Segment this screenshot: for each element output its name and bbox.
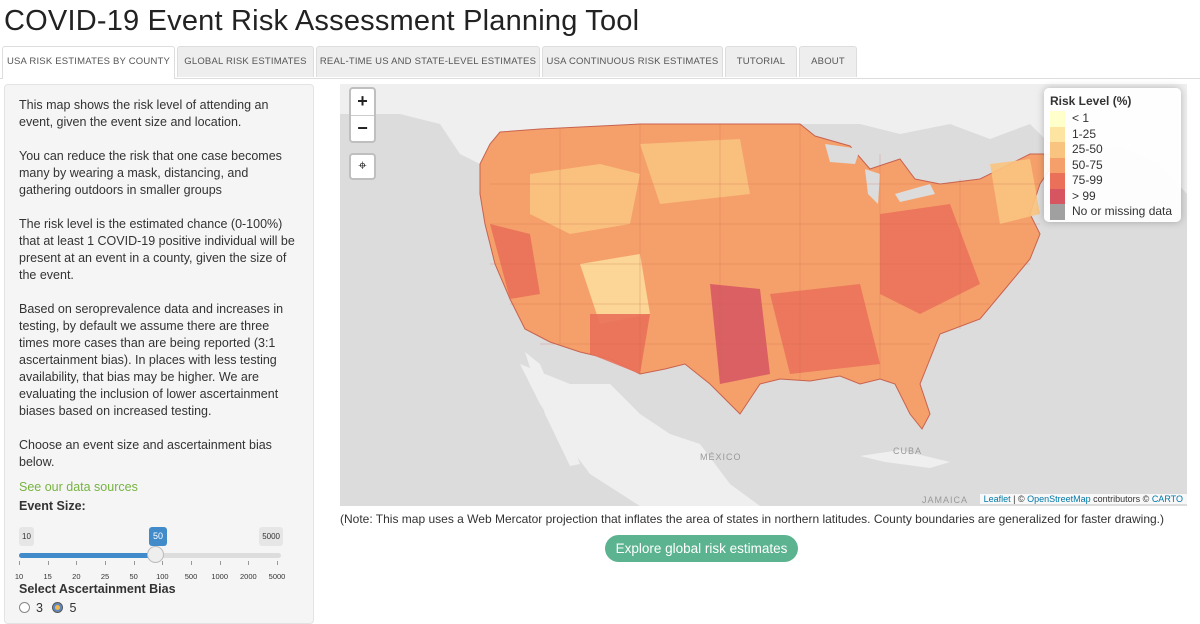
legend-title: Risk Level (%) [1050,94,1132,108]
slider-tick-mark [191,561,192,565]
tab-usa-continuous-risk[interactable]: USA CONTINUOUS RISK ESTIMATES [542,46,723,77]
map-label-jamaica: JAMAICA [922,495,969,505]
slider-tick-mark [277,561,278,565]
slider-tick-label: 2000 [239,572,257,581]
slider-tick-mark [248,561,250,565]
tab-global-risk[interactable]: GLOBAL RISK ESTIMATES [177,46,314,77]
bias-option-5[interactable]: 5 [52,600,76,617]
radio-checked-icon [52,602,64,613]
slider-tick-mark [219,561,221,565]
explore-global-button[interactable]: Explore global risk estimates [605,535,798,562]
legend-item: 75-99 [1050,173,1175,189]
event-size-slider[interactable]: 10 50 5000 10 15 20 25 50 100 500 1000 2000 5000 [15,517,299,581]
page-title: COVID-19 Event Risk Assessment Planning … [4,5,640,37]
zoom-in-button[interactable]: + [351,89,374,116]
legend-item: 25-50 [1050,142,1175,158]
slider-fill [19,553,157,558]
legend-item: 50-75 [1050,157,1175,173]
slider-tick-mark [19,561,20,565]
slider-tick-label: 5000 [268,572,286,581]
bias-option-3[interactable]: 3 [19,600,43,617]
tab-bar: USA RISK ESTIMATES BY COUNTY GLOBAL RISK… [0,46,1200,79]
radio-label: 5 [69,601,77,615]
zoom-out-button[interactable]: − [351,116,374,142]
legend-item: 1-25 [1050,126,1175,142]
slider-ticks: 10 15 20 25 50 100 500 1000 2000 5000 [15,561,285,581]
slider-tick-label: 25 [100,572,110,581]
leaflet-link[interactable]: Leaflet [984,494,1011,504]
legend-item: No or missing data [1050,204,1175,220]
zoom-control: + − [349,87,376,143]
risk-definition-text: The risk level is the estimated chance (… [19,217,295,282]
event-size-label: Event Size: [19,499,86,513]
reduce-risk-text: You can reduce the risk that one case be… [19,149,282,197]
tab-usa-risk-by-county[interactable]: USA RISK ESTIMATES BY COUNTY [2,46,175,79]
map-label-mexico: MÉXICO [700,452,742,462]
bias-radio-group: 3 5 [19,600,299,617]
carto-link[interactable]: CARTO [1152,494,1183,504]
slider-max-label: 5000 [259,527,283,546]
slider-tick-mark [47,561,49,565]
region-texas [710,284,770,384]
legend-item: > 99 [1050,188,1175,204]
crosshair-icon: ⌖ [358,157,367,174]
choose-text: Choose an event size and ascertainment b… [19,438,272,469]
slider-min-label: 10 [19,527,34,546]
tab-real-time-us-state[interactable]: REAL-TIME US AND STATE-LEVEL ESTIMATES [316,46,540,77]
tab-tutorial[interactable]: TUTORIAL [725,46,797,77]
slider-tick-label: 500 [184,572,198,581]
slider-tick-label: 100 [156,572,169,581]
slider-tick-mark [133,561,135,565]
radio-unchecked-icon [19,602,30,613]
slider-tick-mark [162,561,164,565]
slider-tick-label: 20 [72,572,81,581]
data-sources-link[interactable]: See our data sources [19,479,299,496]
ascertainment-text: Based on seroprevalence data and increas… [19,302,284,418]
slider-value-label: 50 [149,527,168,546]
osm-link[interactable]: OpenStreetMap [1027,494,1091,504]
tab-about[interactable]: ABOUT [799,46,857,77]
map-attribution: Leaflet | © OpenStreetMap contributors ©… [979,494,1187,504]
map-legend: Risk Level (%) < 1 1-25 25-50 50-75 75-9… [1044,88,1181,222]
slider-tick-label: 15 [43,572,52,581]
legend-item: < 1 [1050,111,1175,127]
intro-text: This map shows the risk level of attendi… [19,98,269,129]
sidebar-panel: This map shows the risk level of attendi… [4,84,314,624]
region-midwest [760,199,870,279]
slider-tick-label: 50 [129,572,138,581]
slider-tick-mark [105,561,106,565]
radio-label: 3 [36,601,43,615]
slider-tick-mark [76,561,78,565]
slider-tick-label: 1000 [211,572,228,581]
slider-tick-label: 10 [14,572,24,581]
slider-track[interactable] [19,546,281,563]
projection-note: (Note: This map uses a Web Mercator proj… [340,512,1164,526]
map-label-cuba: CUBA [893,446,923,456]
locate-button[interactable]: ⌖ [349,153,376,180]
